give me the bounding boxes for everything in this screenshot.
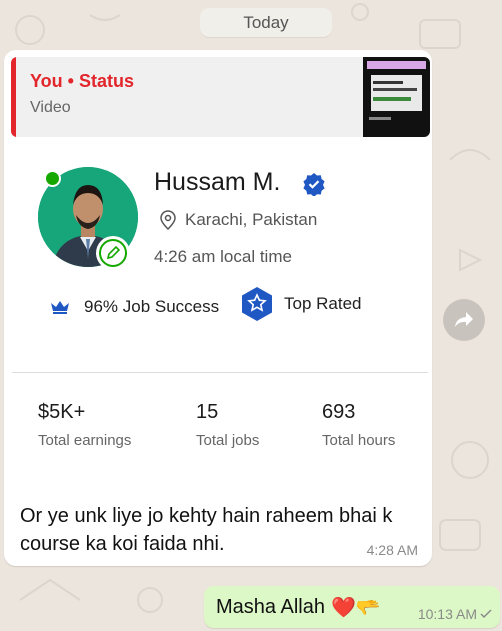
incoming-message-bubble[interactable]: You • Status Video Hussam M. Karachi, Pa… xyxy=(4,50,432,566)
incoming-message-text: Or ye unk liye jo kehty hain raheem bhai… xyxy=(20,505,393,555)
profile-name: Hussam M. xyxy=(154,168,281,196)
profile-local-time: 4:26 am local time xyxy=(154,247,292,266)
outgoing-message-meta: 10:13 AM xyxy=(418,606,492,622)
sent-check-icon xyxy=(480,609,492,619)
incoming-message-time: 4:28 AM xyxy=(366,542,418,558)
forward-button[interactable] xyxy=(443,299,485,341)
quote-accent-bar xyxy=(11,57,16,137)
status-thumbnail xyxy=(363,57,430,137)
online-status-dot xyxy=(44,170,61,187)
quoted-status-title: You • Status xyxy=(30,71,134,91)
date-chip: Today xyxy=(200,8,332,37)
pencil-icon xyxy=(106,246,120,260)
stat-value: 15 xyxy=(196,401,219,423)
outgoing-message-text: Masha Allah xyxy=(216,596,325,618)
job-success-text: 96% Job Success xyxy=(84,297,220,316)
stat-label: Total hours xyxy=(322,432,396,449)
quoted-status-type: Video xyxy=(30,99,71,116)
stat-total-jobs: 15 Total jobs xyxy=(196,401,259,449)
stat-total-earnings: $5K+ Total earnings xyxy=(38,401,131,449)
stat-value: 693 xyxy=(322,401,356,423)
forward-arrow-icon xyxy=(455,312,473,327)
profile-location: Karachi, Pakistan xyxy=(185,210,318,229)
edit-profile-button[interactable] xyxy=(96,236,130,270)
stat-label: Total earnings xyxy=(38,432,132,449)
outgoing-message-time: 10:13 AM xyxy=(417,606,477,622)
location-row: Karachi, Pakistan xyxy=(159,210,317,230)
quoted-status-reply[interactable]: You • Status Video xyxy=(11,57,430,137)
top-rated-star-icon xyxy=(242,287,272,321)
top-rated-label: Top Rated xyxy=(284,294,362,313)
top-rated-badge: Top Rated xyxy=(240,286,362,322)
outgoing-message-content: Masha Allah ❤️🫳 xyxy=(216,595,381,620)
stat-total-hours: 693 Total hours xyxy=(322,401,395,449)
outgoing-message-emojis: ❤️🫳 xyxy=(330,597,381,619)
crown-icon xyxy=(51,301,69,314)
stat-label: Total jobs xyxy=(196,432,260,449)
stats-divider xyxy=(12,372,428,373)
map-pin-icon xyxy=(160,210,176,230)
stat-value: $5K+ xyxy=(38,401,86,423)
outgoing-message-bubble[interactable]: Masha Allah ❤️🫳 10:13 AM xyxy=(204,586,500,628)
verified-badge-icon xyxy=(303,173,325,196)
job-success-row: 96% Job Success xyxy=(50,297,219,317)
